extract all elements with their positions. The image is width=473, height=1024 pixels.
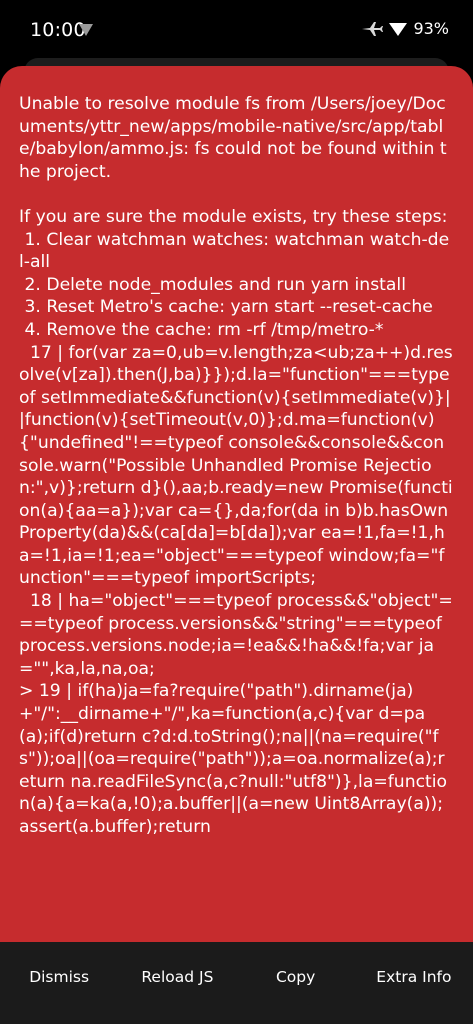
copy-button[interactable]: Copy bbox=[237, 942, 355, 1012]
error-redbox[interactable]: Unable to resolve module fs from /Users/… bbox=[0, 66, 473, 942]
status-icons: 93% bbox=[361, 19, 449, 38]
error-actions-bar: Dismiss Reload JS Copy Extra Info bbox=[0, 942, 473, 1024]
extra-info-button[interactable]: Extra Info bbox=[355, 942, 473, 1012]
signal-icon bbox=[389, 21, 408, 37]
wifi-icon bbox=[79, 22, 93, 36]
battery-percent: 93% bbox=[413, 19, 449, 38]
error-message: Unable to resolve module fs from /Users/… bbox=[19, 94, 453, 837]
dismiss-button[interactable]: Dismiss bbox=[0, 942, 118, 1012]
status-time: 10:00 bbox=[30, 19, 86, 41]
reload-js-button[interactable]: Reload JS bbox=[118, 942, 236, 1012]
status-bar: 10:00 93% bbox=[0, 0, 473, 60]
airplane-icon bbox=[361, 21, 384, 37]
